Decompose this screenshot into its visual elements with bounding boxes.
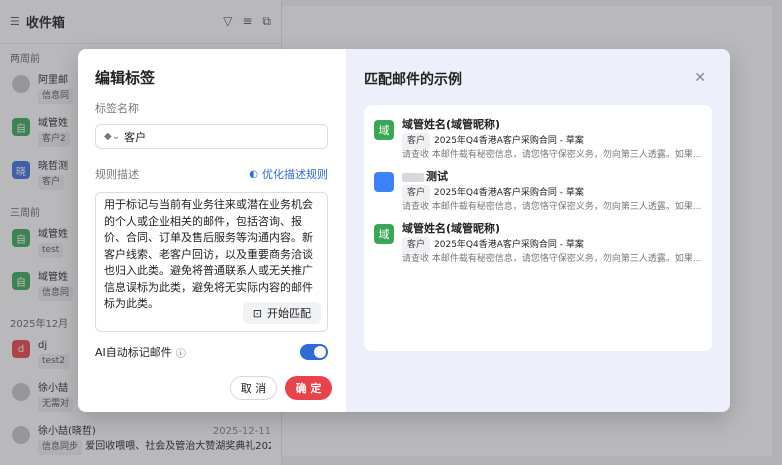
start-match-label: 开始匹配 bbox=[267, 307, 311, 320]
tag-icon[interactable]: ◆⌄ bbox=[104, 131, 120, 142]
edit-tag-form: 编辑标签 标签名称 ◆⌄ 客户 规则描述 ◐ 优化描述规则 用于标记与当前有业务… bbox=[78, 49, 346, 412]
example-mail[interactable]: 域 域管姓名(域管昵称) 客户 2025年Q4香港A客户采购合同 - 草案 请查收… bbox=[374, 117, 702, 162]
tag-name-label: 标签名称 bbox=[95, 102, 139, 115]
avatar bbox=[374, 172, 394, 192]
edit-tag-dialog: 编辑标签 标签名称 ◆⌄ 客户 规则描述 ◐ 优化描述规则 用于标记与当前有业务… bbox=[78, 49, 730, 412]
auto-tag-row: AI自动标记邮件 ⓘ bbox=[95, 344, 328, 360]
optimize-rule-button[interactable]: ◐ 优化描述规则 bbox=[249, 166, 328, 182]
magic-icon: ◐ bbox=[249, 168, 258, 180]
example-mail[interactable]: 域 域管姓名(域管昵称) 客户 2025年Q4香港A客户采购合同 - 草案 请查收… bbox=[374, 221, 702, 266]
rule-textarea[interactable]: 用于标记与当前有业务往来或潜在业务机会的个人或企业相关的邮件，包括咨询、报价、合… bbox=[95, 192, 328, 332]
dialog-actions: 取 消 确 定 bbox=[230, 376, 332, 400]
start-match-button[interactable]: ⊡ 开始匹配 bbox=[242, 302, 321, 324]
dialog-title: 编辑标签 bbox=[95, 69, 156, 87]
rule-header: 规则描述 ◐ 优化描述规则 bbox=[95, 166, 328, 182]
rule-label: 规则描述 bbox=[95, 168, 139, 181]
avatar: 域 bbox=[374, 120, 394, 140]
redacted-name bbox=[402, 172, 424, 182]
tag-name-input[interactable]: ◆⌄ 客户 bbox=[95, 124, 328, 149]
example-preview: 请查收 本邮件载有秘密信息，请您恪守保密义务，勿向第三人透露。如果... bbox=[402, 150, 702, 160]
rule-text: 用于标记与当前有业务往来或潜在业务机会的个人或企业相关的邮件，包括咨询、报价、合… bbox=[104, 198, 313, 310]
example-preview: 请查收 本邮件载有秘密信息，请您恪守保密义务，勿向第三人透露。如果... bbox=[402, 254, 702, 264]
avatar: 域 bbox=[374, 224, 394, 244]
example-subject: 2025年Q4香港A客户采购合同 - 草案 bbox=[434, 240, 584, 250]
example-sender: 测试 bbox=[426, 170, 448, 183]
example-sender: 域管姓名(域管昵称) bbox=[402, 118, 501, 131]
example-preview: 请查收 本邮件载有秘密信息，请您恪守保密义务，勿向第三人透露。如果... bbox=[402, 202, 702, 212]
match-examples-panel: 匹配邮件的示例 ✕ 域 域管姓名(域管昵称) 客户 2025年Q4香港A客户采购合… bbox=[346, 49, 730, 412]
example-subject: 2025年Q4香港A客户采购合同 - 草案 bbox=[434, 188, 584, 198]
example-subject: 2025年Q4香港A客户采购合同 - 草案 bbox=[434, 136, 584, 146]
auto-tag-label: AI自动标记邮件 bbox=[95, 346, 172, 359]
examples-list: 域 域管姓名(域管昵称) 客户 2025年Q4香港A客户采购合同 - 草案 请查收… bbox=[364, 105, 712, 351]
info-icon[interactable]: ⓘ bbox=[176, 345, 186, 360]
page: ☰ 收件箱 ▽ ≡ ⧉ 两周前 阿里邮 信息同 自 域管姓 客户2 晓 晓哲测 客户 … bbox=[0, 0, 782, 465]
example-tag: 客户 bbox=[402, 185, 431, 201]
example-mail[interactable]: 测试 客户 2025年Q4香港A客户采购合同 - 草案 请查收 本邮件载有秘密信息… bbox=[374, 169, 702, 214]
confirm-button[interactable]: 确 定 bbox=[285, 376, 332, 400]
example-tag: 客户 bbox=[402, 133, 431, 149]
cancel-button[interactable]: 取 消 bbox=[230, 376, 277, 400]
auto-tag-toggle[interactable] bbox=[300, 344, 328, 360]
match-icon: ⊡ bbox=[252, 306, 262, 320]
optimize-rule-label: 优化描述规则 bbox=[262, 168, 328, 181]
example-tag: 客户 bbox=[402, 237, 431, 253]
examples-title: 匹配邮件的示例 bbox=[364, 72, 462, 88]
example-sender: 域管姓名(域管昵称) bbox=[402, 222, 501, 235]
tag-name-value: 客户 bbox=[124, 130, 147, 144]
close-icon[interactable]: ✕ bbox=[694, 70, 706, 86]
